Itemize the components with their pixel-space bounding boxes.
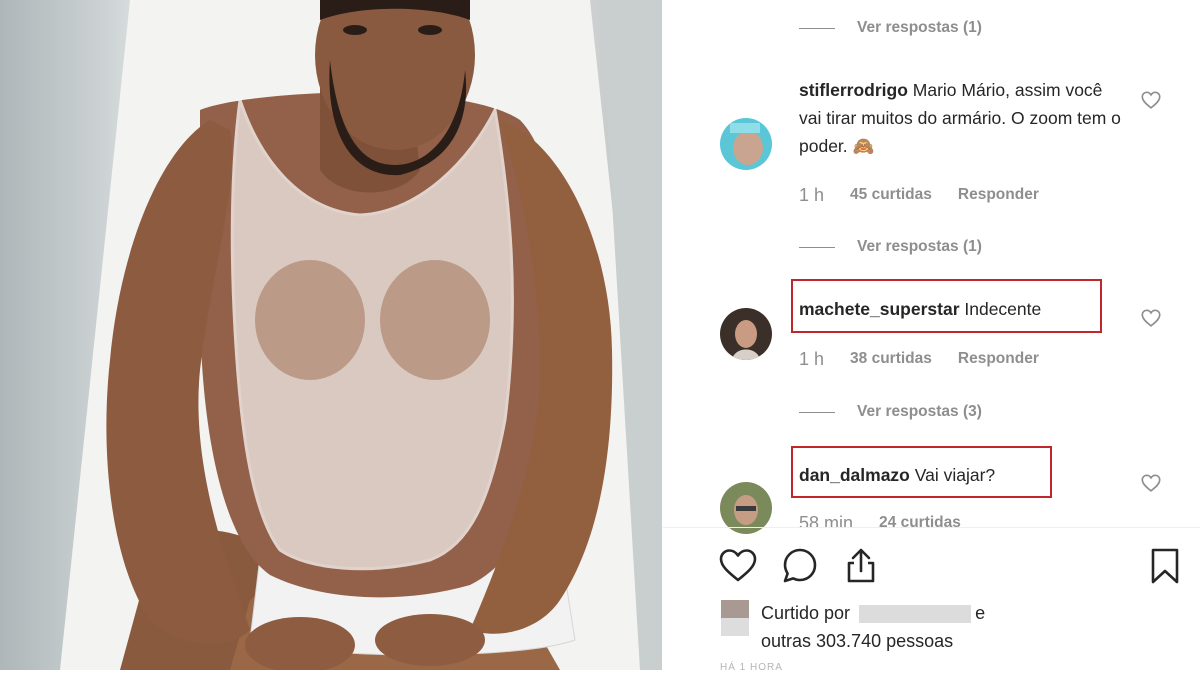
view-replies-label: Ver respostas (1) xyxy=(857,238,982,255)
view-replies-link[interactable]: Ver respostas (1) xyxy=(799,16,982,40)
bookmark-icon[interactable] xyxy=(1145,546,1185,586)
post-date[interactable]: HÁ 1 HORA xyxy=(720,662,783,673)
reply-button[interactable]: Responder xyxy=(958,186,1039,204)
comment-username[interactable]: machete_superstar xyxy=(799,299,960,319)
comment-time[interactable]: 1 h xyxy=(799,185,824,206)
heart-small-icon[interactable] xyxy=(1140,307,1162,329)
comment-text: dan_dalmazo Vai viajar? xyxy=(799,461,1129,489)
replies-dash xyxy=(799,246,835,248)
comment-text: machete_superstar Indecente xyxy=(799,295,1129,323)
view-replies-label: Ver respostas (1) xyxy=(857,19,982,36)
photo-figure xyxy=(60,0,662,670)
comment-meta-clip: 58 min 24 curtidas xyxy=(663,508,1200,528)
share-icon[interactable] xyxy=(841,546,881,586)
comments-panel: Ver respostas (1) stiflerrodrigo Mario M… xyxy=(663,0,1200,673)
liked-by-prefix: Curtido por xyxy=(761,603,851,623)
comment-icon[interactable] xyxy=(780,546,820,586)
comment-time[interactable]: 1 h xyxy=(799,349,824,370)
avatar[interactable] xyxy=(720,308,772,360)
replies-dash xyxy=(799,27,835,29)
comment-time[interactable]: 58 min xyxy=(799,513,853,528)
liked-by-others[interactable]: outras 303.740 pessoas xyxy=(761,631,953,651)
avatar[interactable] xyxy=(720,118,772,170)
heart-small-icon[interactable] xyxy=(1140,472,1162,494)
liker-avatar[interactable] xyxy=(721,600,749,636)
comment-likes[interactable]: 45 curtidas xyxy=(850,186,932,204)
replies-dash xyxy=(799,411,835,413)
heart-small-icon[interactable] xyxy=(1140,89,1162,111)
heart-icon[interactable] xyxy=(718,546,758,586)
view-replies-link[interactable]: Ver respostas (1) xyxy=(799,235,982,259)
comment-likes[interactable]: 38 curtidas xyxy=(850,350,932,368)
view-replies-link[interactable]: Ver respostas (3) xyxy=(799,400,982,424)
comment-text: stiflerrodrigo Mario Mário, assim você v… xyxy=(799,76,1129,160)
comment-body: Indecente xyxy=(964,299,1042,319)
post-photo[interactable] xyxy=(0,0,662,670)
comment-body: Vai viajar? xyxy=(914,465,996,485)
comment-meta: 58 min 24 curtidas xyxy=(799,511,987,528)
comment-likes[interactable]: 24 curtidas xyxy=(879,514,961,527)
liked-by: Curtido por e outras 303.740 pessoas xyxy=(761,599,985,655)
reply-button[interactable]: Responder xyxy=(958,350,1039,368)
view-replies-label: Ver respostas (3) xyxy=(857,403,982,420)
comment-meta: 1 h 38 curtidas Responder xyxy=(799,347,1039,371)
comment-meta: 1 h 45 curtidas Responder xyxy=(799,183,1039,207)
comment-username[interactable]: dan_dalmazo xyxy=(799,465,910,485)
liked-by-and: e xyxy=(975,603,986,623)
comment-username[interactable]: stiflerrodrigo xyxy=(799,80,908,100)
blurred-username[interactable] xyxy=(859,605,972,624)
section-divider xyxy=(663,527,1200,528)
